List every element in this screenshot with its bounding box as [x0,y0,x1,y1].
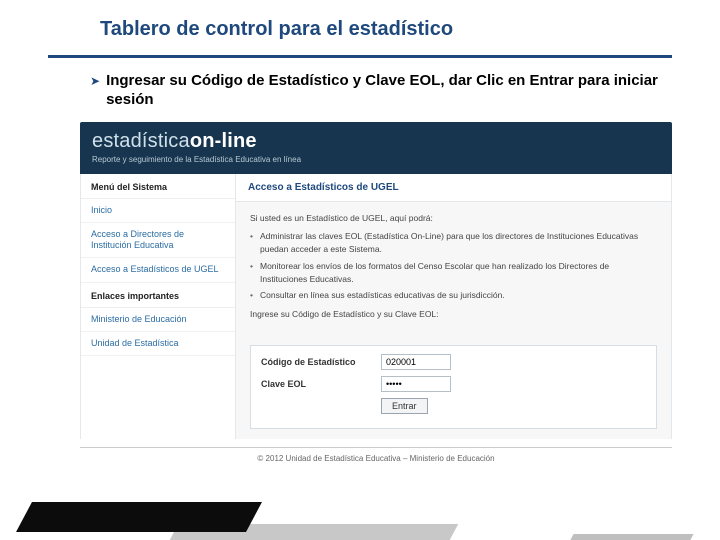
sidebar-item-ministerio[interactable]: Ministerio de Educación [81,308,235,332]
page-title: Tablero de control para el estadístico [100,18,720,41]
sidebar-heading-menu: Menú del Sistema [81,174,235,199]
brand-bar: estadísticaon-line Reporte y seguimiento… [80,122,672,174]
brand-subtitle: Reporte y seguimiento de la Estadística … [92,155,660,164]
panel-bullet: Monitorear los envíos de los formatos de… [250,260,657,286]
sidebar-heading-enlaces: Enlaces importantes [81,283,235,308]
label-clave: Clave EOL [261,379,381,389]
brand-word-2: on-line [190,130,257,152]
sidebar-item-inicio[interactable]: Inicio [81,199,235,223]
brand-word-1: estadística [92,130,190,152]
entrar-button[interactable]: Entrar [381,398,428,414]
copyright-text: © 2012 Unidad de Estadística Educativa –… [80,448,672,469]
sidebar-item-unidad[interactable]: Unidad de Estadística [81,332,235,356]
label-codigo: Código de Estadístico [261,357,381,367]
sidebar-item-estadisticos[interactable]: Acceso a Estadísticos de UGEL [81,258,235,282]
sidebar: Menú del Sistema Inicio Acceso a Directo… [81,174,236,439]
clave-eol-input[interactable] [381,376,451,392]
app-screenshot: estadísticaon-line Reporte y seguimiento… [80,122,672,439]
panel-intro: Si usted es un Estadístico de UGEL, aquí… [250,212,657,225]
panel-bullet: Consultar en línea sus estadísticas educ… [250,289,657,302]
panel-prompt: Ingrese su Código de Estadístico y su Cl… [250,308,657,321]
codigo-estadistico-input[interactable] [381,354,451,370]
login-box: Código de Estadístico Clave EOL Entrar [250,345,657,429]
chevron-right-icon: ➤ [90,72,100,90]
panel-title: Acceso a Estadísticos de UGEL [236,174,671,202]
sidebar-item-directores[interactable]: Acceso a Directores de Institución Educa… [81,223,235,259]
panel-bullet: Administrar las claves EOL (Estadística … [250,230,657,256]
slide-decoration [0,488,720,540]
instruction-text: Ingresar su Código de Estadístico y Clav… [106,72,660,110]
main-content: Acceso a Estadísticos de UGEL Si usted e… [236,174,671,439]
